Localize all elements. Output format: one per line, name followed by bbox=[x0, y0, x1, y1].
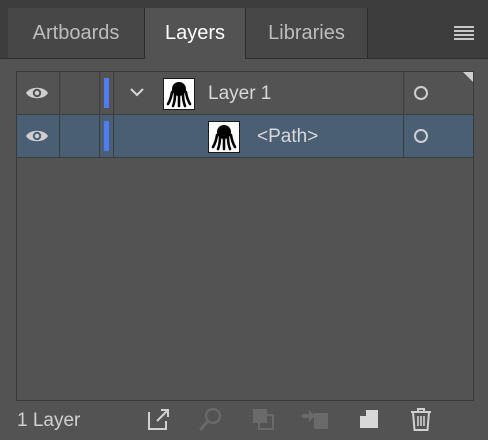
layer-name[interactable]: Layer 1 bbox=[208, 83, 271, 105]
layer-row[interactable]: <Path> bbox=[17, 115, 473, 158]
tab-libraries[interactable]: Libraries bbox=[246, 8, 368, 58]
new-layer-icon[interactable] bbox=[356, 406, 382, 432]
clipping-mask-icon[interactable] bbox=[250, 406, 276, 432]
export-icon[interactable] bbox=[146, 406, 172, 432]
selection-corner-indicator bbox=[463, 72, 473, 82]
delete-icon[interactable] bbox=[408, 406, 434, 432]
chevron-down-icon[interactable] bbox=[129, 85, 145, 99]
move-to-layer-icon[interactable] bbox=[300, 406, 328, 432]
layer-row[interactable]: Layer 1 bbox=[17, 72, 473, 115]
layers-panel: Artboards Layers Libraries Layer 1 <Path… bbox=[0, 0, 488, 440]
layer-color-indicator bbox=[104, 78, 109, 108]
layer-list: Layer 1 <Path> bbox=[16, 71, 474, 401]
visibility-eye-icon[interactable] bbox=[25, 84, 49, 102]
octopus-thumbnail bbox=[208, 121, 240, 153]
hamburger-menu-icon[interactable] bbox=[454, 26, 474, 40]
target-circle-icon[interactable] bbox=[414, 129, 428, 143]
tab-layers[interactable]: Layers bbox=[145, 8, 246, 59]
octopus-thumbnail bbox=[163, 78, 195, 110]
layer-color-indicator bbox=[104, 121, 109, 151]
layer-name[interactable]: <Path> bbox=[257, 126, 318, 148]
tab-bar: Artboards Layers Libraries bbox=[0, 0, 488, 59]
visibility-eye-icon[interactable] bbox=[25, 127, 49, 145]
search-icon[interactable] bbox=[198, 406, 224, 432]
layer-count: 1 Layer bbox=[17, 410, 81, 431]
panel-footer: 1 Layer bbox=[0, 402, 488, 440]
tab-artboards[interactable]: Artboards bbox=[8, 8, 145, 58]
target-circle-icon[interactable] bbox=[414, 86, 428, 100]
